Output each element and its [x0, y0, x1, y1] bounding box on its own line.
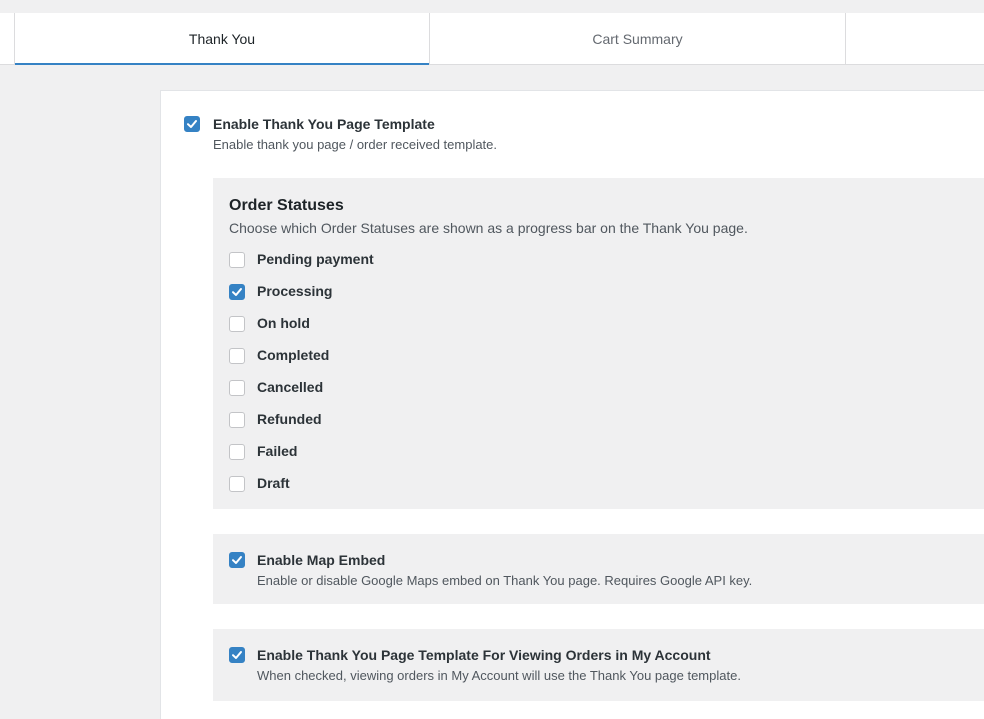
checkmark-icon	[232, 556, 242, 564]
tab-cart-summary[interactable]: Cart Summary	[430, 13, 846, 64]
order-status-label: Refunded	[257, 411, 322, 427]
enable-thank-you-checkbox[interactable]	[184, 116, 200, 132]
order-statuses-title: Order Statuses	[229, 197, 344, 214]
map-embed-label: Enable Map Embed	[257, 552, 386, 568]
tab-label: Cart Summary	[592, 30, 683, 47]
map-embed-description: Enable or disable Google Maps embed on T…	[257, 573, 753, 588]
order-status-label: Completed	[257, 347, 330, 363]
settings-tab-bar: Thank You Cart Summary	[0, 13, 984, 65]
order-status-row[interactable]: Processing	[229, 283, 629, 303]
enable-thank-you-description: Enable thank you page / order received t…	[213, 137, 498, 152]
order-status-checkbox[interactable]	[229, 252, 245, 268]
order-status-row[interactable]: Cancelled	[229, 379, 629, 399]
order-status-row[interactable]: Pending payment	[229, 251, 629, 271]
my-account-template-description: When checked, viewing orders in My Accou…	[257, 668, 741, 683]
order-status-checkbox[interactable]	[229, 348, 245, 364]
order-statuses-description: Choose which Order Statuses are shown as…	[229, 220, 748, 236]
order-status-checkbox[interactable]	[229, 412, 245, 428]
enable-thank-you-label: Enable Thank You Page Template	[213, 116, 435, 132]
tab-next[interactable]	[846, 13, 984, 64]
order-status-label: Pending payment	[257, 251, 374, 267]
my-account-template-label: Enable Thank You Page Template For Viewi…	[257, 647, 711, 663]
order-statuses-box: Order Statuses Choose which Order Status…	[213, 178, 984, 509]
order-status-label: Failed	[257, 443, 298, 459]
tab-thank-you[interactable]: Thank You	[14, 13, 430, 65]
checkmark-icon	[232, 651, 242, 659]
order-status-checkbox[interactable]	[229, 284, 245, 300]
order-status-row[interactable]: Completed	[229, 347, 629, 367]
order-status-label: Processing	[257, 283, 333, 299]
order-status-checkbox[interactable]	[229, 316, 245, 332]
checkmark-icon	[187, 120, 197, 128]
map-embed-checkbox[interactable]	[229, 552, 245, 568]
order-status-row[interactable]: On hold	[229, 315, 629, 335]
order-status-checkbox[interactable]	[229, 476, 245, 492]
order-status-label: Draft	[257, 475, 290, 491]
checkmark-icon	[232, 288, 242, 296]
map-embed-box: Enable Map Embed Enable or disable Googl…	[213, 534, 984, 604]
order-status-checkbox[interactable]	[229, 444, 245, 460]
my-account-box: Enable Thank You Page Template For Viewi…	[213, 629, 984, 701]
order-status-label: On hold	[257, 315, 310, 331]
order-status-checkbox[interactable]	[229, 380, 245, 396]
tab-label: Thank You	[188, 30, 256, 47]
order-status-row[interactable]: Failed	[229, 443, 629, 463]
order-status-row[interactable]: Refunded	[229, 411, 629, 431]
my-account-template-checkbox[interactable]	[229, 647, 245, 663]
order-status-label: Cancelled	[257, 379, 324, 395]
settings-panel: Enable Thank You Page Template Enable th…	[160, 90, 984, 719]
order-status-row[interactable]: Draft	[229, 475, 629, 495]
